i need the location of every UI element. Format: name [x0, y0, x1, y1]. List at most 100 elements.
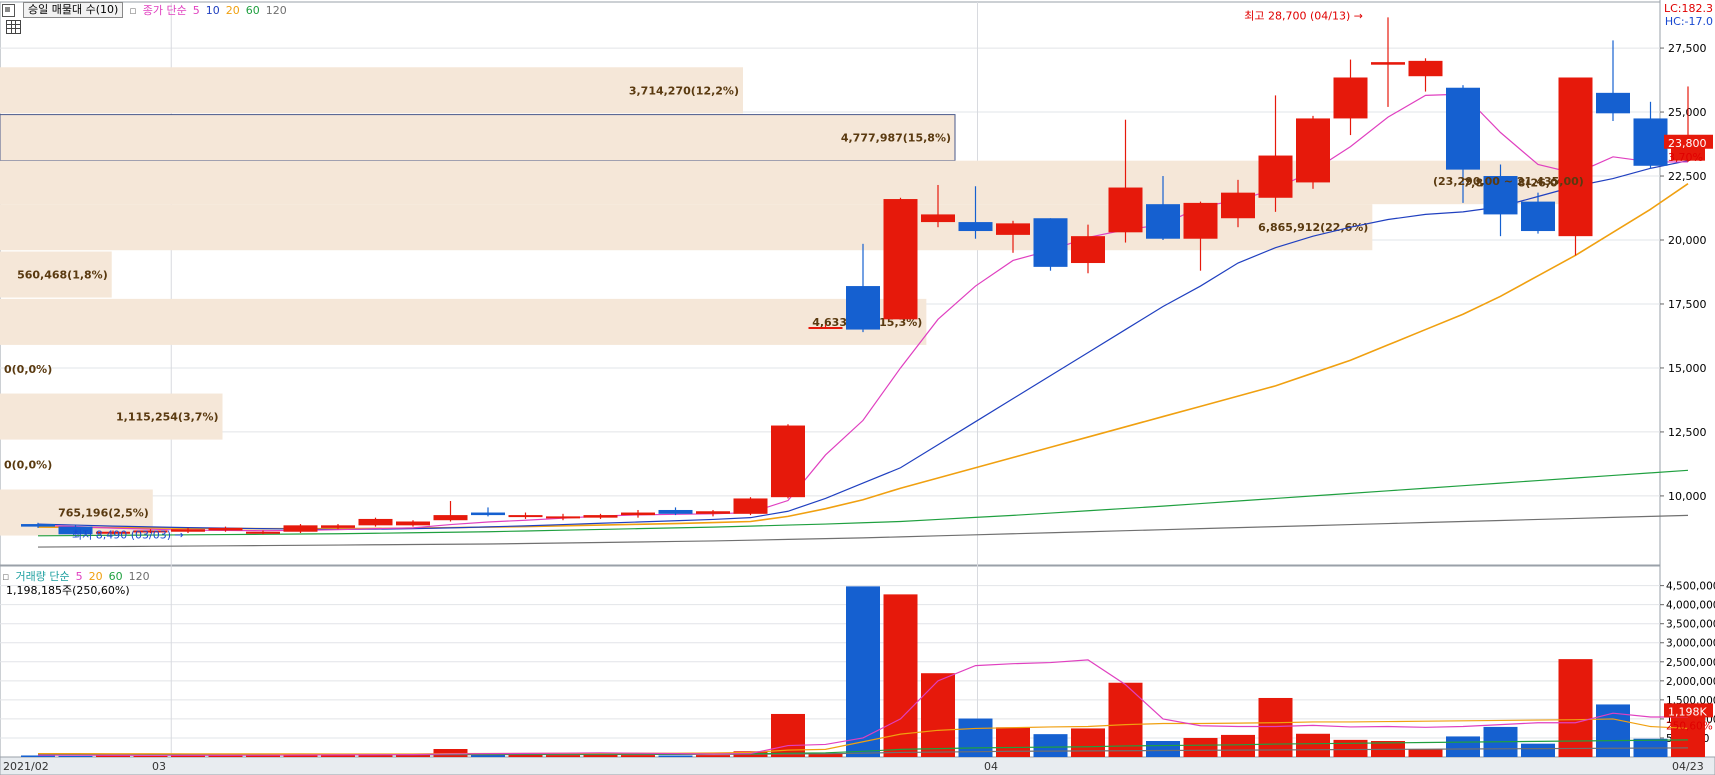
candle-body	[1108, 187, 1143, 233]
candle-body	[1371, 62, 1405, 65]
data-table-icon[interactable]	[6, 20, 21, 34]
volume-profile-label: 4,777,987(15,8%)	[841, 132, 951, 145]
candle-body	[883, 199, 918, 320]
candle-body	[733, 498, 768, 514]
ma20-period[interactable]: 20	[226, 4, 240, 17]
vol-ma60-period[interactable]: 60	[109, 570, 123, 583]
ma-label[interactable]: 종가 단순	[143, 2, 187, 18]
volume-total: 1,198,185주(250,60%)	[6, 584, 130, 597]
candle-body	[358, 518, 393, 526]
x-axis-label: 2021/02	[3, 760, 49, 773]
volume-bar	[1333, 739, 1368, 757]
volume-bar	[1296, 733, 1330, 757]
high-annotation: 최고 28,700 (04/13) →	[1244, 9, 1363, 22]
volume-profile-label: 0(0,0%)	[4, 363, 52, 376]
price-tick-label: 10,000	[1668, 490, 1707, 503]
volume-bar	[546, 755, 580, 757]
price-tick-label: 27,500	[1668, 42, 1707, 55]
last-volume-label: 1,198K	[1668, 705, 1707, 718]
volume-bar	[58, 755, 93, 757]
volume-bar	[658, 755, 693, 757]
price-panel-toolbar: 승일 매물대 수(10) ▫ 종가 단순 5 10 20 60 120	[2, 2, 287, 18]
candle-body	[921, 214, 955, 223]
volume-tick-label: 3,500,000	[1666, 619, 1715, 631]
candle-body	[1033, 218, 1068, 267]
volume-bar	[1033, 734, 1068, 757]
volume-bar	[1071, 728, 1105, 757]
lc-readout: LC:182.3	[1663, 2, 1713, 15]
candle-body	[208, 527, 243, 531]
vol-ma120-period[interactable]: 120	[129, 570, 150, 583]
candle-body	[1221, 192, 1255, 219]
range-annotation: (23,290,00 ~ 21,435,00)	[1433, 175, 1584, 188]
volume-bar	[1183, 737, 1218, 757]
candle-body	[1633, 118, 1668, 166]
separator-icon: ▫	[129, 3, 137, 17]
volume-tick-label: 4,000,000	[1666, 600, 1715, 612]
candle-body	[396, 521, 430, 526]
x-axis-label: 04	[984, 760, 998, 773]
volume-bar	[996, 727, 1030, 757]
candle-body	[583, 515, 618, 518]
volume-bar	[1446, 736, 1480, 757]
price-tick-label: 12,500	[1668, 426, 1707, 439]
candle-body	[621, 512, 655, 516]
volume-bar	[133, 755, 168, 757]
volume-tick-label: 2,000,000	[1666, 676, 1715, 688]
candle-body	[508, 515, 543, 518]
ma120-period[interactable]: 120	[266, 4, 287, 17]
low-annotation: 최저 8,490 (03/03) →	[72, 529, 184, 542]
volume-profile-indicator-button[interactable]: 승일 매물대 수(10)	[23, 2, 124, 18]
volume-bar	[1521, 743, 1555, 757]
volume-bar	[1558, 659, 1593, 757]
ma60-period[interactable]: 60	[246, 4, 260, 17]
volume-profile-label: 765,196(2,5%)	[58, 507, 149, 520]
volume-profile-label: 6,865,912(22,6%)	[1258, 221, 1368, 234]
candle-body	[771, 425, 805, 498]
volume-tick-label: 3,000,000	[1666, 638, 1715, 650]
candle-body	[246, 531, 280, 534]
last-volume-pct-label: 250,60%	[1666, 720, 1713, 732]
candle-body	[1258, 155, 1293, 198]
candle-body	[808, 327, 843, 330]
candle-body	[1446, 87, 1480, 170]
volume-profile-label: 3,714,270(12,2%)	[629, 84, 739, 97]
candle-body	[21, 524, 55, 527]
candle-body	[546, 516, 580, 519]
volume-profile-label: 0(0,0%)	[4, 459, 52, 472]
candle-body	[658, 509, 693, 514]
vol-ma5-period[interactable]: 5	[76, 570, 83, 583]
candle-body	[1558, 77, 1593, 237]
volume-profile-band	[0, 160, 1578, 205]
volume-bar	[696, 755, 730, 757]
separator-icon: ▫	[2, 569, 10, 583]
volume-bar	[1146, 741, 1180, 757]
volume-profile-label: 560,468(1,8%)	[17, 269, 108, 282]
stock-chart[interactable]: 27,500 25,000 22,500 20,000 17,500 15,000 12,5…	[0, 0, 1715, 775]
price-tick-label: 22,500	[1668, 170, 1707, 183]
volume-profile-band	[0, 114, 956, 162]
volume-profile-band	[0, 298, 927, 345]
candle-body	[1521, 201, 1555, 232]
candle-body	[958, 222, 993, 232]
candle-body	[1183, 202, 1218, 239]
vol-ma20-period[interactable]: 20	[89, 570, 103, 583]
hc-readout: HC:-17.0	[1664, 15, 1713, 28]
volume-bar	[1221, 734, 1255, 757]
ma10-period[interactable]: 10	[206, 4, 220, 17]
candle-body	[1408, 60, 1443, 77]
x-axis-label: 04/23	[1672, 760, 1704, 773]
volume-bar	[921, 673, 955, 757]
x-axis-bar	[0, 756, 1715, 775]
candle-body	[1071, 236, 1105, 264]
x-axis-label: 03	[152, 760, 166, 773]
last-price-label: 23,800	[1668, 137, 1707, 150]
candle-body	[1333, 77, 1368, 119]
candle-body	[1296, 118, 1330, 183]
ma5-period[interactable]: 5	[193, 4, 200, 17]
candle-body	[321, 525, 355, 528]
volume-bar	[1596, 704, 1630, 757]
panel-select-icon[interactable]	[2, 3, 15, 17]
candle-body	[283, 525, 318, 532]
price-tick-label: 20,000	[1668, 234, 1707, 247]
